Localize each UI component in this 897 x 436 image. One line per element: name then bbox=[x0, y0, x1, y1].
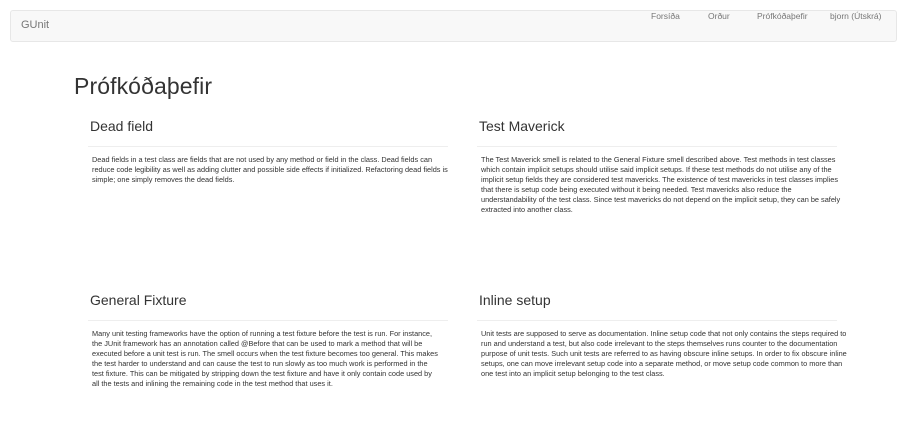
card-body: Many unit testing frameworks have the op… bbox=[92, 329, 438, 389]
smell-card-dead-field: Dead field Dead fields in a test class a… bbox=[88, 116, 448, 185]
smell-card-test-maverick: Test Maverick The Test Maverick smell is… bbox=[477, 116, 840, 216]
page-title: Prófkóðaþefir bbox=[74, 73, 213, 99]
smell-card-inline-setup: Inline setup Unit tests are supposed to … bbox=[477, 290, 847, 379]
card-title: Inline setup bbox=[479, 292, 551, 308]
nav-link-ordur[interactable]: Orður bbox=[708, 11, 730, 21]
nav-link-user-logout[interactable]: bjorn (Útskrá) bbox=[830, 11, 881, 21]
nav-link-forsida[interactable]: Forsíða bbox=[651, 11, 680, 21]
card-body: Unit tests are supposed to serve as docu… bbox=[481, 329, 847, 379]
nav-link-profkodathefir[interactable]: Prófkóðaþefir bbox=[757, 11, 808, 21]
smell-card-general-fixture: General Fixture Many unit testing framew… bbox=[88, 290, 448, 390]
card-body: Dead fields in a test class are fields t… bbox=[92, 155, 448, 185]
card-title: Test Maverick bbox=[479, 118, 565, 134]
card-title: Dead field bbox=[90, 118, 154, 134]
brand-link[interactable]: GUnit bbox=[21, 19, 49, 31]
card-title: General Fixture bbox=[90, 292, 187, 308]
navbar: GUnit Forsíða Orður Prófkóðaþefir bjorn … bbox=[10, 10, 897, 42]
card-body: The Test Maverick smell is related to th… bbox=[481, 155, 841, 215]
